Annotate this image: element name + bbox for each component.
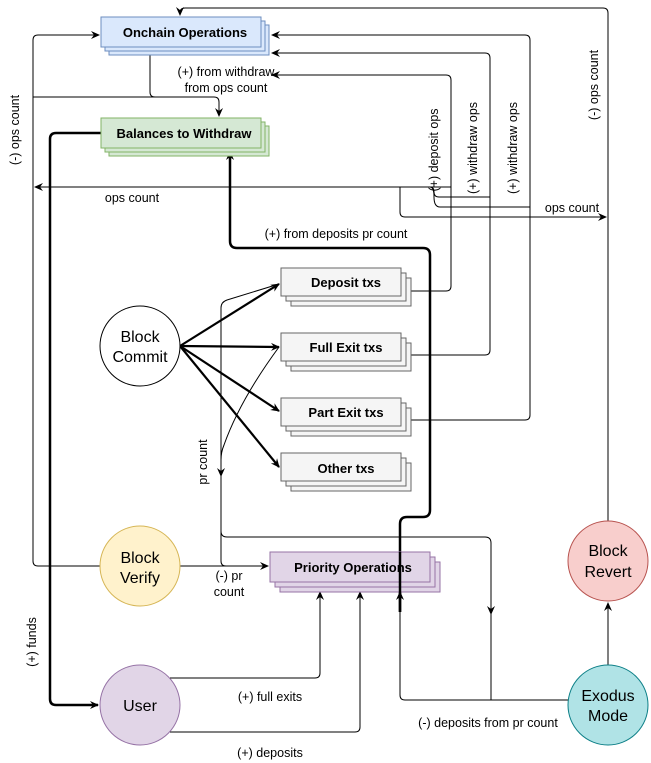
onchain-operations-node[interactable]: Onchain Operations xyxy=(100,16,270,56)
exodus-mode-node[interactable]: Exodus Mode xyxy=(567,664,649,746)
exodus-mode-label-2: Mode xyxy=(588,708,628,725)
other-txs-label: Other txs xyxy=(317,461,374,476)
onchain-operations-label: Onchain Operations xyxy=(123,25,247,40)
label-withdraw-ops-1: (+) withdraw ops xyxy=(466,102,480,194)
balances-to-withdraw-label: Balances to Withdraw xyxy=(117,126,253,141)
deposit-txs-node[interactable]: Deposit txs xyxy=(280,267,412,307)
deposit-txs-label: Deposit txs xyxy=(311,275,381,290)
priority-operations-label: Priority Operations xyxy=(294,560,412,575)
block-commit-label-2: Commit xyxy=(112,349,168,366)
block-verify-label-2: Verify xyxy=(120,570,160,587)
other-txs-node[interactable]: Other txs xyxy=(280,452,412,492)
exodus-mode-label-1: Exodus xyxy=(581,688,634,705)
edge-fullexit-pr-count xyxy=(220,346,280,461)
edge-fullexit-to-onchain xyxy=(271,49,491,356)
edge-deposit-to-onchain xyxy=(271,71,452,292)
label-withdraw-ops-2: (+) withdraw ops xyxy=(506,102,520,194)
edge-pr-count-to-priority xyxy=(220,470,227,567)
edge-exodus-to-priority xyxy=(396,591,568,701)
balances-to-withdraw-node[interactable]: Balances to Withdraw xyxy=(100,117,270,157)
part-exit-txs-node[interactable]: Part Exit txs xyxy=(280,397,412,437)
label-funds: (+) funds xyxy=(25,617,39,667)
edge-commit-to-fullexit xyxy=(179,342,280,351)
label-full-exits: (+) full exits xyxy=(238,690,302,704)
block-commit-node[interactable]: Block Commit xyxy=(99,305,181,387)
label-from-deposits-pr-count: (+) from deposits pr count xyxy=(265,227,408,241)
edge-deposits-pr-to-balances xyxy=(226,151,432,612)
user-label: User xyxy=(123,698,157,715)
label-deposits: (+) deposits xyxy=(237,746,303,760)
label-minus-deposits-from-pr-count: (-) deposits from pr count xyxy=(418,716,558,730)
label-ops-count-left: ops count xyxy=(105,191,160,205)
label-pr-count: pr count xyxy=(196,439,210,485)
label-minus-ops-count-left: (-) ops count xyxy=(8,94,22,165)
diagram-canvas: Onchain Operations Balances to Withdraw … xyxy=(8,7,649,760)
label-from-withdraw-2: from ops count xyxy=(185,81,268,95)
edge-commit-to-other xyxy=(179,345,280,468)
user-node[interactable]: User xyxy=(99,664,181,746)
block-revert-label-1: Block xyxy=(588,543,628,560)
block-verify-label-1: Block xyxy=(120,550,160,567)
label-ops-count-right: ops count xyxy=(545,201,600,215)
block-verify-node[interactable]: Block Verify xyxy=(99,525,181,607)
part-exit-txs-label: Part Exit txs xyxy=(308,405,383,420)
label-deposit-ops: (+) deposit ops xyxy=(427,108,441,191)
full-exit-txs-label: Full Exit txs xyxy=(310,340,383,355)
full-exit-txs-node[interactable]: Full Exit txs xyxy=(280,332,412,372)
edge-user-deposits xyxy=(170,591,364,733)
block-revert-node[interactable]: Block Revert xyxy=(567,520,649,602)
block-commit-label-1: Block xyxy=(120,329,160,346)
edge-deposit-pr-count xyxy=(217,283,280,477)
edge-verify-to-onchain xyxy=(32,31,100,567)
edge-balances-to-user xyxy=(48,131,101,709)
label-minus-ops-count-right: (-) ops count xyxy=(587,49,601,120)
label-minus-pr-count-1: (-) pr xyxy=(215,569,242,583)
block-revert-label-2: Revert xyxy=(584,564,632,581)
label-minus-pr-count-2: count xyxy=(214,585,245,599)
priority-operations-node[interactable]: Priority Operations xyxy=(269,551,441,593)
edge-user-full-exits xyxy=(170,591,324,679)
label-from-withdraw-1: (+) from withdraw xyxy=(178,65,276,79)
edge-commit-to-deposit xyxy=(179,283,280,347)
edge-commit-to-partexit xyxy=(179,345,280,412)
